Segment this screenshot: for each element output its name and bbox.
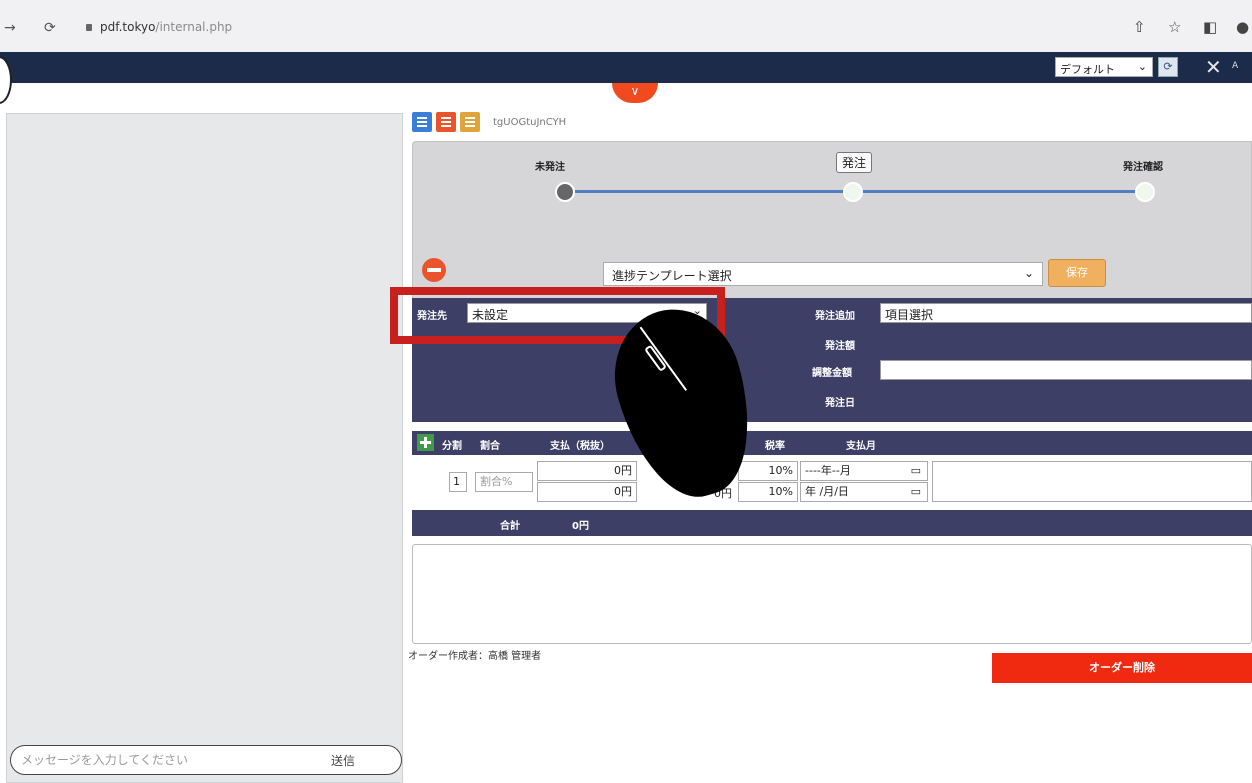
header-ratio: 割合 — [480, 441, 500, 452]
progress-template-value: 進捗テンプレート選択 — [612, 269, 732, 283]
adjust-amount-label: 調整金額 — [812, 368, 852, 379]
address-bar[interactable]: pdf.tokyo/internal.php — [100, 20, 232, 34]
payment-excl-input[interactable]: 0円 — [537, 461, 637, 481]
delete-order-button[interactable]: オーダー削除 — [992, 653, 1252, 683]
order-add-value: 項目選択 — [885, 308, 934, 322]
list-icon-red[interactable] — [436, 112, 456, 132]
browser-toolbar: → ⟳ pdf.tokyo/internal.php ⇧ ☆ ◧ ● — [0, 0, 1252, 52]
adjust-amount-input[interactable] — [880, 360, 1252, 380]
header-pay-month: 支払月 — [846, 441, 876, 452]
add-split-button[interactable] — [417, 434, 434, 451]
pay-date-input[interactable]: 年 /月/日 ▭ — [800, 482, 928, 502]
pay-month-input[interactable]: ----年--月 ▭ — [800, 461, 928, 481]
template-select[interactable]: デフォルト ⌄ — [1055, 57, 1153, 77]
stage-dot-1[interactable] — [555, 182, 575, 202]
template-select-value: デフォルト — [1060, 63, 1115, 76]
logo-text: A — [1232, 61, 1239, 71]
stage-label-not-ordered: 未発注 — [535, 162, 565, 173]
collapse-tab[interactable]: ∨ — [612, 83, 658, 103]
pay-month-value: ----年--月 — [805, 464, 851, 477]
chat-panel — [6, 113, 403, 783]
pay-date-value: 年 /月/日 — [805, 485, 849, 498]
logo: ✕ — [1205, 55, 1222, 79]
sidepanel-icon[interactable]: ◧ — [1203, 18, 1217, 36]
order-note-textarea[interactable] — [412, 544, 1252, 644]
chevron-down-icon: ⌄ — [1023, 266, 1034, 280]
stage-order-button[interactable]: 発注 — [836, 152, 873, 173]
stage-dot-2[interactable] — [843, 182, 863, 202]
order-amount-label: 発注額 — [825, 341, 855, 352]
split-row: 1 割合% 0円 0円 0円 0円 10% 10% ----年--月▭ 年 /月… — [412, 458, 1252, 508]
chevron-down-icon: ⌄ — [1137, 60, 1147, 73]
stage-label-confirmed: 発注確認 — [1123, 162, 1163, 173]
header-tax-rate: 税率 — [765, 441, 785, 452]
share-icon[interactable]: ⇧ — [1133, 18, 1146, 36]
split-index: 1 — [449, 472, 467, 492]
order-add-select[interactable]: 項目選択 — [880, 303, 1252, 323]
template-apply-button[interactable]: ⟳ — [1158, 57, 1178, 77]
profile-icon[interactable]: ● — [1236, 18, 1249, 36]
order-date-label: 発注日 — [825, 398, 855, 409]
order-detail: tgUOGtuJnCYH 未発注 発注 発注確認 進捗テンプレート選択 ⌄ 保存… — [408, 108, 1252, 783]
total-bar: 合計 0円 — [412, 510, 1252, 536]
stage-dot-3[interactable] — [1135, 182, 1155, 202]
split-note-input[interactable] — [932, 461, 1252, 502]
order-creator: オーダー作成者：高橋 管理者 — [408, 651, 542, 662]
minus-icon — [427, 268, 441, 272]
total-label: 合計 — [500, 521, 520, 532]
bookmark-star-icon[interactable]: ☆ — [1168, 18, 1181, 36]
message-box: 送信 — [10, 745, 402, 775]
lock-icon — [86, 24, 92, 31]
order-add-label: 発注追加 — [815, 311, 855, 322]
send-button[interactable]: 送信 — [331, 752, 355, 769]
ratio-input[interactable]: 割合% — [475, 472, 533, 492]
progress-template-select[interactable]: 進捗テンプレート選択 ⌄ — [603, 262, 1043, 286]
tax-rate-input-2[interactable]: 10% — [738, 482, 798, 502]
tax-rate-input-1[interactable]: 10% — [738, 461, 798, 481]
total-value: 0円 — [572, 521, 589, 532]
save-button[interactable]: 保存 — [1048, 259, 1106, 287]
remove-button[interactable] — [422, 258, 446, 282]
forward-icon[interactable]: → — [4, 20, 16, 36]
split-header: 分割 割合 支払（税抜） 税率 支払月 — [412, 431, 1252, 455]
payment-incl-input[interactable]: 0円 — [537, 482, 637, 502]
header-payment: 支払（税抜） — [550, 441, 610, 452]
list-icon-blue[interactable] — [412, 112, 432, 132]
list-icon-yellow[interactable] — [460, 112, 480, 132]
reload-icon[interactable]: ⟳ — [44, 20, 56, 36]
header-split: 分割 — [442, 441, 462, 452]
message-input[interactable] — [21, 751, 301, 769]
calendar-icon: ▭ — [910, 464, 921, 477]
order-id: tgUOGtuJnCYH — [493, 117, 567, 128]
chevron-down-icon: ∨ — [630, 84, 640, 98]
calendar-icon: ▭ — [910, 485, 921, 498]
